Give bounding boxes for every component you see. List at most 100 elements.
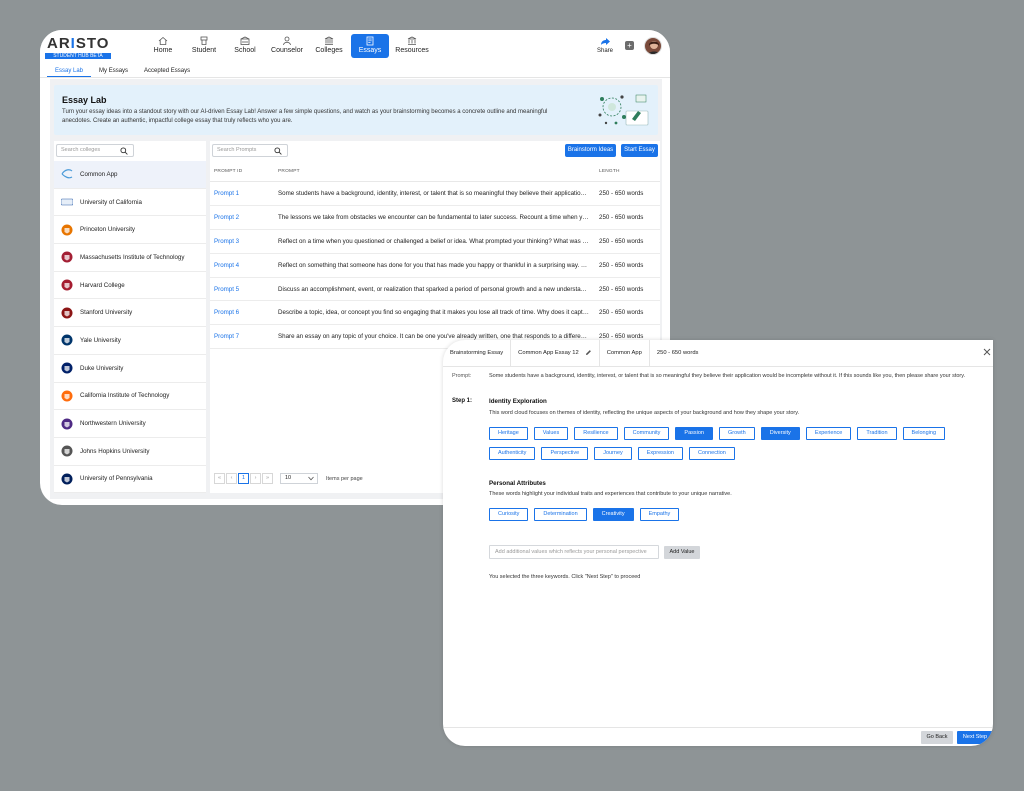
pencil-icon[interactable] bbox=[585, 349, 592, 356]
header-length: LENGTH bbox=[599, 169, 620, 174]
prompt-id-link[interactable]: Prompt 6 bbox=[214, 309, 239, 316]
nav-student[interactable]: Student bbox=[185, 34, 223, 58]
college-name: Johns Hopkins University bbox=[80, 447, 150, 455]
prev-page-button[interactable]: ‹ bbox=[226, 473, 237, 484]
share-label: Share bbox=[596, 48, 613, 54]
start-essay-button[interactable]: Start Essay bbox=[621, 144, 658, 157]
essay-name-label: Common App Essay 12 bbox=[518, 350, 579, 356]
keyword-chip-resilience[interactable]: Resilience bbox=[574, 427, 618, 440]
college-item[interactable]: Duke University bbox=[54, 355, 206, 383]
tab-essay-name[interactable]: Common App Essay 12 bbox=[511, 340, 600, 366]
college-search-placeholder: Search colleges bbox=[61, 147, 101, 153]
keyword-chip-experience[interactable]: Experience bbox=[805, 427, 852, 440]
prompt-table-body: Prompt 1 Some students have a background,… bbox=[210, 182, 660, 350]
keyword-chip-passion[interactable]: Passion bbox=[675, 427, 713, 440]
aristo-logo[interactable]: ARISTO STUDENT HUB BETA bbox=[45, 35, 111, 59]
logo-text: ARISTO bbox=[47, 35, 109, 52]
tab-accepted-essays[interactable]: Accepted Essays bbox=[136, 65, 198, 77]
college-logo-icon bbox=[61, 251, 73, 263]
banner-description: Turn your essay ideas into a standout st… bbox=[62, 109, 548, 124]
college-item[interactable]: Princeton University bbox=[54, 216, 206, 245]
nav-resources[interactable]: Resources bbox=[392, 34, 432, 58]
tab-common-app[interactable]: Common App bbox=[600, 340, 650, 366]
keyword-chip-determination[interactable]: Determination bbox=[534, 508, 587, 521]
college-search-input[interactable]: Search colleges bbox=[56, 144, 134, 157]
table-row[interactable]: Prompt 6 Describe a topic, idea, or conce… bbox=[210, 301, 660, 326]
keyword-chip-community[interactable]: Community bbox=[623, 427, 670, 440]
current-page[interactable]: 1 bbox=[238, 473, 249, 484]
brainstorm-ideas-button[interactable]: Brainstorm Ideas bbox=[565, 144, 616, 157]
keyword-chip-authenticity[interactable]: Authenticity bbox=[489, 447, 536, 460]
go-back-button[interactable]: Go Back bbox=[921, 731, 953, 744]
share-icon bbox=[601, 38, 610, 45]
keyword-chip-belonging[interactable]: Belonging bbox=[902, 427, 946, 440]
college-item[interactable]: University of California bbox=[54, 189, 206, 217]
college-item[interactable]: Harvard College bbox=[54, 272, 206, 300]
prompt-id-link[interactable]: Prompt 7 bbox=[214, 333, 239, 340]
identity-exploration-title: Identity Exploration bbox=[489, 398, 547, 405]
next-step-button[interactable]: Next Step bbox=[957, 731, 993, 744]
tab-essay-lab[interactable]: Essay Lab bbox=[47, 65, 92, 77]
college-item[interactable]: Stanford University bbox=[54, 299, 206, 328]
add-value-input[interactable]: Add additional values which reflects you… bbox=[489, 545, 659, 559]
keyword-chip-expression[interactable]: Expression bbox=[637, 447, 683, 460]
keyword-chip-diversity[interactable]: Diversity bbox=[760, 427, 800, 440]
table-row[interactable]: Prompt 1 Some students have a background,… bbox=[210, 182, 660, 206]
college-item[interactable]: University of Pennsylvania bbox=[54, 466, 206, 493]
college-item[interactable]: Massachusetts Institute of Technology bbox=[54, 244, 206, 272]
keyword-chip-curiosity[interactable]: Curiosity bbox=[489, 508, 529, 521]
prompt-id-link[interactable]: Prompt 2 bbox=[214, 214, 239, 221]
nav-home[interactable]: Home bbox=[144, 34, 182, 58]
prompt-search-placeholder: Search Prompts bbox=[217, 147, 257, 153]
tab-my-essays[interactable]: My Essays bbox=[91, 65, 136, 77]
keyword-chip-journey[interactable]: Journey bbox=[594, 447, 632, 460]
table-row[interactable]: Prompt 3 Reflect on a time when you quest… bbox=[210, 230, 660, 254]
header-prompt-id: PROMPT ID bbox=[214, 169, 243, 174]
keyword-chip-growth[interactable]: Growth bbox=[718, 427, 755, 440]
add-icon[interactable]: + bbox=[625, 41, 634, 50]
attribute-chip-group: Curiosity Determination Creativity Empathy bbox=[489, 508, 989, 528]
first-page-button[interactable]: « bbox=[214, 473, 225, 484]
keyword-chip-connection[interactable]: Connection bbox=[688, 447, 735, 460]
keyword-chip-creativity[interactable]: Creativity bbox=[592, 508, 634, 521]
table-row[interactable]: Prompt 5 Discuss an accomplishment, event… bbox=[210, 278, 660, 302]
keyword-chip-values[interactable]: Values bbox=[533, 427, 569, 440]
last-page-button[interactable]: » bbox=[262, 473, 273, 484]
nav-essays[interactable]: Essays bbox=[351, 34, 389, 58]
keyword-chip-heritage[interactable]: Heritage bbox=[489, 427, 528, 440]
user-avatar[interactable] bbox=[644, 37, 662, 55]
college-item[interactable]: Common App bbox=[54, 161, 206, 189]
prompt-search-input[interactable]: Search Prompts bbox=[212, 144, 288, 157]
items-per-page-select[interactable]: 10 bbox=[280, 473, 318, 484]
share-button[interactable]: Share bbox=[595, 38, 615, 54]
college-item[interactable]: Johns Hopkins University bbox=[54, 438, 206, 466]
nav-school[interactable]: School bbox=[226, 34, 264, 58]
tab-brainstorming-essay[interactable]: Brainstorming Essay bbox=[443, 340, 512, 366]
keyword-chip-empathy[interactable]: Empathy bbox=[639, 508, 680, 521]
essay-subtabs: Essay Lab My Essays Accepted Essays bbox=[47, 65, 198, 77]
prompt-id-link[interactable]: Prompt 4 bbox=[214, 262, 239, 269]
nav-counselor[interactable]: Counselor bbox=[267, 34, 307, 58]
header-prompt: PROMPT bbox=[278, 169, 300, 174]
table-row[interactable]: Prompt 4 Reflect on something that someon… bbox=[210, 254, 660, 278]
college-name: University of California bbox=[80, 198, 142, 206]
step-label: Step 1: bbox=[452, 398, 473, 404]
close-icon[interactable] bbox=[983, 348, 991, 356]
keyword-chip-perspective[interactable]: Perspective bbox=[541, 447, 589, 460]
search-icon bbox=[274, 147, 282, 155]
keyword-chip-tradition[interactable]: Tradition bbox=[857, 427, 897, 440]
table-row[interactable]: Prompt 2 The lessons we take from obstacl… bbox=[210, 206, 660, 230]
prompt-id-link[interactable]: Prompt 5 bbox=[214, 286, 239, 293]
prompt-id-link[interactable]: Prompt 1 bbox=[214, 190, 239, 197]
college-item[interactable]: Northwestern University bbox=[54, 410, 206, 438]
college-list-panel: Search colleges Common App University of … bbox=[54, 141, 206, 493]
identity-chip-group: Heritage Values Resilience Community Passion… bbox=[489, 427, 989, 467]
chevron-down-icon bbox=[308, 476, 314, 481]
college-logo-icon bbox=[61, 390, 73, 402]
college-item[interactable]: California Institute of Technology bbox=[54, 383, 206, 411]
next-page-button[interactable]: › bbox=[250, 473, 261, 484]
nav-colleges[interactable]: Colleges bbox=[310, 34, 348, 58]
add-value-button[interactable]: Add Value bbox=[664, 546, 700, 559]
prompt-id-link[interactable]: Prompt 3 bbox=[214, 238, 239, 245]
college-item[interactable]: Yale University bbox=[54, 327, 206, 355]
